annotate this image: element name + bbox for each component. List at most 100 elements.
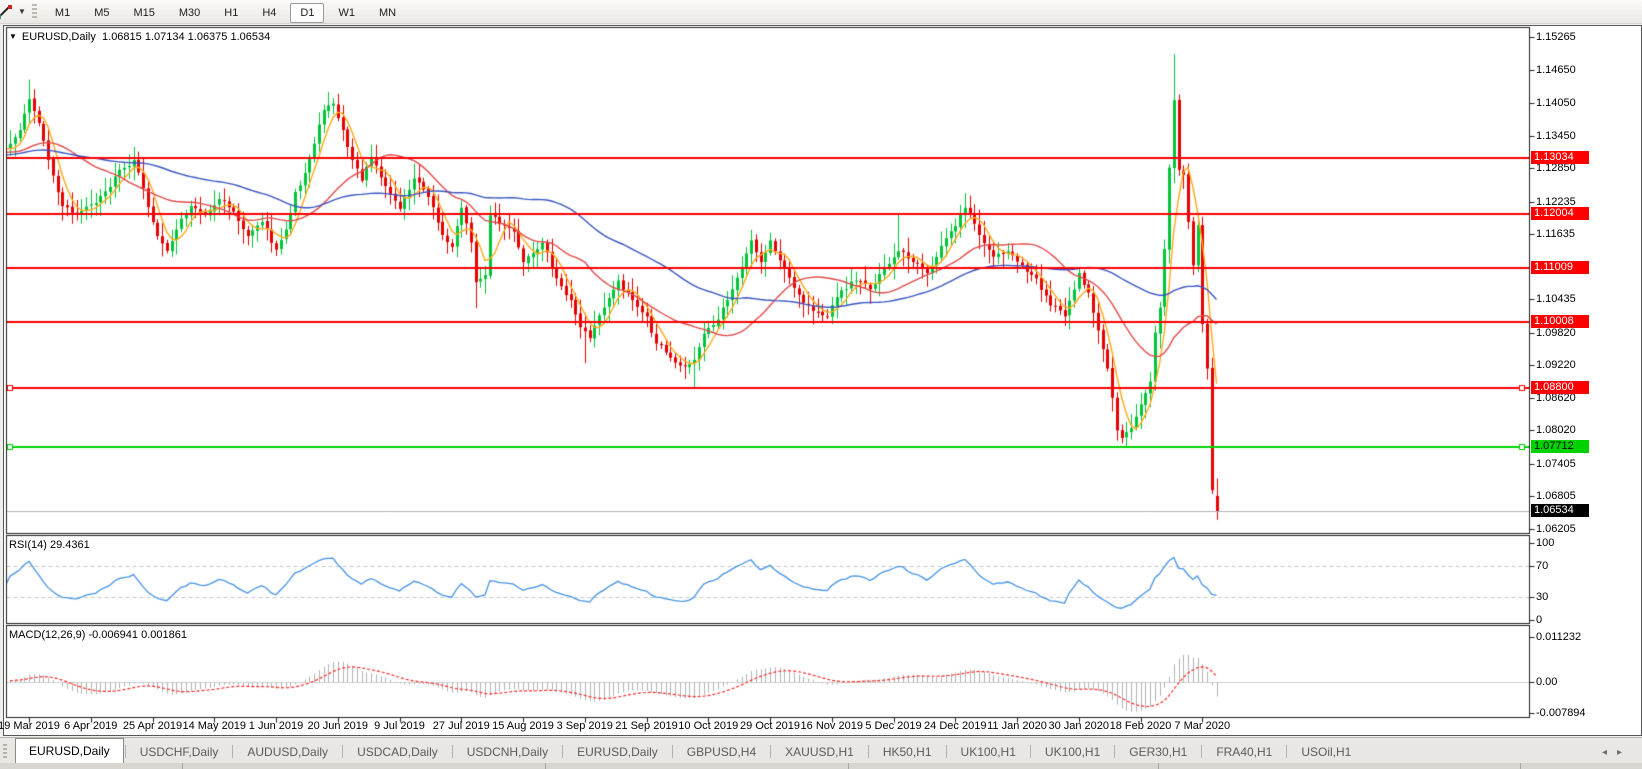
tab-separator	[1201, 745, 1202, 758]
toolbar-grip[interactable]	[32, 4, 37, 20]
tab-ger30-h1[interactable]: GER30,H1	[1116, 741, 1200, 764]
price-tick: 1.14650	[1536, 64, 1576, 76]
tab-usdchf-daily[interactable]: USDCHF,Daily	[127, 741, 232, 764]
current-price-label: 1.06534	[1531, 504, 1589, 517]
hline-price-label: 1.07712	[1531, 440, 1589, 453]
tab-usdcnh-daily[interactable]: USDCNH,Daily	[454, 741, 561, 764]
tab-separator	[770, 745, 771, 758]
price-tick: 1.07405	[1536, 458, 1576, 470]
tab-separator	[868, 745, 869, 758]
price-tick: 1.10435	[1536, 293, 1576, 305]
date-tick: 30 Jan 2020	[1048, 720, 1109, 732]
price-tick: 1.12235	[1536, 196, 1576, 208]
strip-notch	[182, 763, 183, 769]
hline-price-label: 1.10008	[1531, 315, 1589, 328]
timeframe-button-mn[interactable]: MN	[369, 3, 406, 23]
date-tick: 24 Dec 2019	[924, 720, 986, 732]
chart-symbol-period: EURUSD,Daily	[22, 31, 96, 43]
price-tick: 1.09220	[1536, 359, 1576, 371]
date-tick: 1 Jun 2019	[249, 720, 303, 732]
bottom-strip	[0, 763, 1642, 769]
draw-tools-icon[interactable]	[0, 4, 16, 20]
strip-notch	[1520, 763, 1521, 769]
tab-audusd-daily[interactable]: AUDUSD,Daily	[234, 741, 341, 764]
date-tick: 25 Apr 2019	[123, 720, 182, 732]
timeframe-button-m15[interactable]: M15	[123, 3, 164, 23]
tab-usdcad-daily[interactable]: USDCAD,Daily	[344, 741, 451, 764]
date-tick: 7 Mar 2020	[1174, 720, 1230, 732]
tab-gbpusd-h4[interactable]: GBPUSD,H4	[674, 741, 769, 764]
tab-eurusd-daily[interactable]: EURUSD,Daily	[15, 738, 124, 764]
tab-uk100-h1[interactable]: UK100,H1	[1032, 741, 1113, 764]
tab-usoil-h1[interactable]: USOil,H1	[1288, 741, 1364, 764]
date-tick: 11 Jan 2020	[987, 720, 1047, 732]
price-tick: 1.14050	[1536, 97, 1576, 109]
date-tick: 18 Feb 2020	[1110, 720, 1172, 732]
tab-separator	[1030, 745, 1031, 758]
tab-hk50-h1[interactable]: HK50,H1	[870, 741, 945, 764]
timeframe-buttons: M1M5M15M30H1H4D1W1MN	[43, 3, 408, 21]
rsi-tick: 100	[1536, 537, 1554, 549]
date-tick: 5 Dec 2019	[865, 720, 921, 732]
tab-separator	[232, 745, 233, 758]
price-tick: 1.15265	[1536, 31, 1576, 43]
price-tick: 1.13450	[1536, 130, 1576, 142]
price-tick: 1.11635	[1536, 228, 1575, 240]
tab-eurusd-daily[interactable]: EURUSD,Daily	[564, 741, 671, 764]
rsi-tick: 30	[1536, 591, 1548, 603]
chart-tabbar: EURUSD,DailyUSDCHF,DailyAUDUSD,DailyUSDC…	[0, 737, 1642, 764]
rsi-tick: 0	[1536, 614, 1542, 626]
date-tick: 14 May 2019	[182, 720, 246, 732]
tab-scroll-arrows: ◂▸	[1602, 747, 1632, 758]
date-tick: 19 Mar 2019	[0, 720, 60, 732]
timeframe-toolbar: ▼ M1M5M15M30H1H4D1W1MN	[0, 0, 1642, 24]
date-tick: 10 Oct 2019	[678, 720, 738, 732]
tabbar-grip[interactable]	[3, 744, 7, 760]
tool-dropdown-caret-icon[interactable]: ▼	[18, 7, 26, 16]
tab-xauusd-h1[interactable]: XAUUSD,H1	[772, 741, 867, 764]
tab-separator	[452, 745, 453, 758]
tab-scroll-right-icon[interactable]: ▸	[1617, 747, 1632, 758]
macd-tick: 0.00	[1536, 676, 1557, 688]
hline-price-label: 1.11009	[1531, 261, 1589, 274]
hline-price-label: 1.08800	[1531, 381, 1589, 394]
tab-separator	[562, 745, 563, 758]
chart-ohlc-values: 1.06815 1.07134 1.06375 1.06534	[102, 31, 270, 43]
tab-separator	[672, 745, 673, 758]
tab-fra40-h1[interactable]: FRA40,H1	[1203, 741, 1285, 764]
tab-separator	[125, 745, 126, 758]
timeframe-button-d1[interactable]: D1	[290, 3, 324, 23]
rsi-tick: 70	[1536, 560, 1548, 572]
date-tick: 21 Sep 2019	[615, 720, 677, 732]
tab-separator	[1286, 745, 1287, 758]
date-tick: 16 Nov 2019	[801, 720, 863, 732]
price-tick: 1.08020	[1536, 424, 1576, 436]
date-tick: 29 Oct 2019	[740, 720, 800, 732]
timeframe-button-w1[interactable]: W1	[328, 3, 365, 23]
date-tick: 9 Jul 2019	[374, 720, 425, 732]
timeframe-button-m1[interactable]: M1	[45, 3, 80, 23]
timeframe-button-m30[interactable]: M30	[169, 3, 210, 23]
mt4-application: ▼ M1M5M15M30H1H4D1W1MN ▼ EURUSD,Daily 1.0…	[0, 0, 1642, 769]
tab-uk100-h1[interactable]: UK100,H1	[948, 741, 1029, 764]
strip-notch	[545, 763, 546, 769]
timeframe-button-h4[interactable]: H4	[252, 3, 286, 23]
tab-scroll-left-icon[interactable]: ◂	[1602, 747, 1617, 758]
date-tick: 3 Sep 2019	[557, 720, 613, 732]
tabs: EURUSD,DailyUSDCHF,DailyAUDUSD,DailyUSDC…	[9, 738, 1364, 764]
timeframe-button-m5[interactable]: M5	[84, 3, 119, 23]
hline-price-label: 1.12004	[1531, 207, 1589, 220]
chart-canvas[interactable]	[0, 0, 1642, 769]
price-tick: 1.06205	[1536, 523, 1576, 535]
date-tick: 27 Jul 2019	[433, 720, 490, 732]
macd-caption: MACD(12,26,9) -0.006941 0.001861	[9, 629, 187, 641]
strip-notch	[1158, 763, 1159, 769]
strip-notch	[848, 763, 849, 769]
window-caret-icon[interactable]: ▼	[9, 32, 17, 41]
macd-tick: 0.011232	[1536, 631, 1581, 643]
hline-price-label: 1.13034	[1531, 151, 1589, 164]
date-tick: 20 Jun 2019	[307, 720, 368, 732]
timeframe-button-h1[interactable]: H1	[214, 3, 248, 23]
rsi-caption: RSI(14) 29.4361	[9, 539, 90, 551]
date-tick: 6 Apr 2019	[64, 720, 117, 732]
